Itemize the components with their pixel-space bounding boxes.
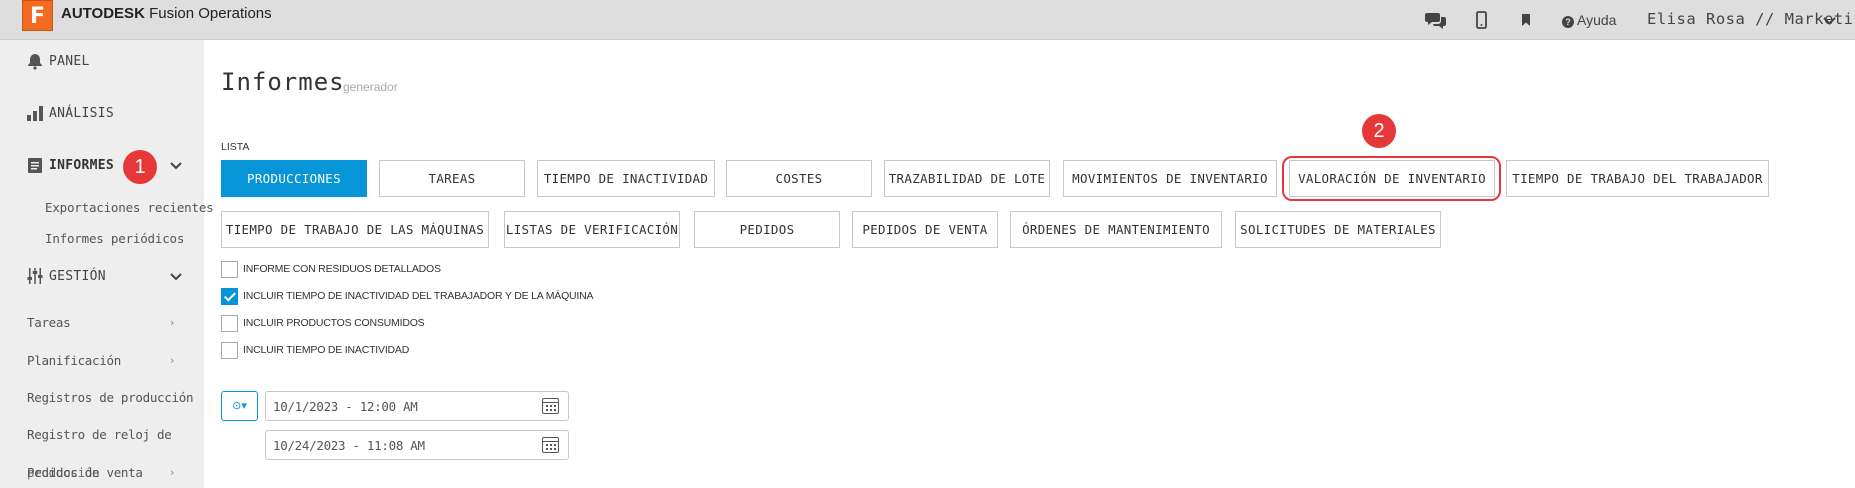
brand-name: AUTODESK Fusion Operations — [61, 5, 272, 22]
report-costes-button[interactable]: COSTES — [726, 160, 872, 197]
date-from-input[interactable]: 10/1/2023 - 12:00 AM — [265, 391, 569, 421]
sidebar-item-label: INFORMES — [49, 158, 115, 173]
sidebar-subitem-periodicos[interactable]: Informes periódicos — [45, 231, 184, 246]
page-title: Informes — [221, 68, 345, 96]
help-label: Ayuda — [1577, 12, 1617, 28]
brand-autodesk: AUTODESK — [61, 5, 145, 22]
report-producciones-button[interactable]: PRODUCCIONES — [221, 160, 367, 197]
help-link[interactable]: ? Ayuda — [1562, 12, 1616, 28]
brand-product: Fusion Operations — [144, 5, 272, 22]
calendar-icon[interactable] — [542, 437, 559, 453]
help-icon: ? — [1562, 16, 1574, 28]
sliders-icon — [27, 268, 43, 284]
sidebar-item-gestion[interactable]: GESTIÓN — [0, 255, 204, 299]
fusion-logo[interactable]: F — [22, 0, 53, 31]
annotation-badge-2: 2 — [1362, 114, 1396, 148]
report-icon — [28, 158, 42, 173]
checkbox-checked[interactable] — [221, 288, 238, 305]
report-listas-verificacion-button[interactable]: LISTAS DE VERIFICACIÓN — [504, 211, 680, 248]
chevron-down-icon[interactable] — [170, 162, 182, 170]
sidebar-item-planificacion[interactable]: Planificación — [27, 353, 121, 368]
checkbox-label: INFORME CON RESIDUOS DETALLADOS — [243, 263, 441, 275]
sidebar-subitem-exportaciones[interactable]: Exportaciones recientes — [45, 200, 214, 215]
sidebar-item-label: PANEL — [49, 54, 90, 69]
date-to-input[interactable]: 10/24/2023 - 11:08 AM — [265, 430, 569, 460]
annotation-highlight — [1282, 156, 1501, 201]
annotation-badge-1: 1 — [123, 150, 157, 184]
chevron-right-icon: › — [170, 354, 175, 367]
sidebar-item-panel[interactable]: PANEL — [0, 40, 204, 84]
sidebar: PANEL ANÁLISIS INFORMES 1 Exportaciones … — [0, 40, 214, 488]
report-solicitudes-materiales-button[interactable]: SOLICITUDES DE MATERIALES — [1235, 211, 1441, 248]
chat-icon[interactable] — [1425, 11, 1447, 29]
chevron-right-icon: › — [170, 316, 175, 329]
report-tiempo-trabajador-button[interactable]: TIEMPO DE TRABAJO DEL TRABAJADOR — [1506, 160, 1769, 197]
bookmark-icon[interactable] — [1521, 13, 1531, 27]
report-movimientos-button[interactable]: MOVIMIENTOS DE INVENTARIO — [1063, 160, 1277, 197]
checkbox[interactable] — [221, 342, 238, 359]
report-ordenes-mantenimiento-button[interactable]: ÓRDENES DE MANTENIMIENTO — [1010, 211, 1222, 248]
mobile-icon[interactable] — [1476, 11, 1487, 29]
date-preset-dropdown[interactable]: ⊙▾ — [221, 391, 258, 421]
chevron-down-icon[interactable] — [170, 273, 182, 281]
date-from-value: 10/1/2023 - 12:00 AM — [273, 399, 418, 414]
calendar-icon[interactable] — [542, 398, 559, 414]
sidebar-item-label: ANÁLISIS — [49, 106, 115, 121]
checkbox[interactable] — [221, 261, 238, 278]
sidebar-item-registro-reloj-cont: producción — [27, 465, 100, 480]
sidebar-item-registro-reloj[interactable]: Registro de reloj de — [27, 427, 172, 442]
sidebar-item-tareas[interactable]: Tareas — [27, 315, 71, 330]
report-tareas-button[interactable]: TAREAS — [379, 160, 525, 197]
report-trazabilidad-button[interactable]: TRAZABILIDAD DE LOTE — [884, 160, 1050, 197]
report-pedidos-button[interactable]: PEDIDOS — [694, 211, 840, 248]
checkbox-label: INCLUIR TIEMPO DE INACTIVIDAD — [243, 344, 410, 356]
top-bar: F AUTODESK Fusion Operations ? Ayuda Elis… — [0, 0, 1855, 40]
bell-icon — [28, 54, 42, 70]
report-tiempo-maquinas-button[interactable]: TIEMPO DE TRABAJO DE LAS MÁQUINAS — [221, 211, 489, 248]
checkbox[interactable] — [221, 315, 238, 332]
date-to-value: 10/24/2023 - 11:08 AM — [273, 438, 425, 453]
chevron-down-icon[interactable] — [1823, 16, 1836, 26]
report-pedidos-venta-button[interactable]: PEDIDOS DE VENTA — [852, 211, 998, 248]
report-tiempo-inactividad-button[interactable]: TIEMPO DE INACTIVIDAD — [537, 160, 715, 197]
checkbox-label: INCLUIR TIEMPO DE INACTIVIDAD DEL TRABAJ… — [243, 290, 594, 302]
checkbox-label: INCLUIR PRODUCTOS CONSUMIDOS — [243, 317, 425, 329]
sidebar-item-analisis[interactable]: ANÁLISIS — [0, 92, 204, 136]
list-label: LISTA — [221, 141, 250, 153]
sidebar-item-informes[interactable]: INFORMES — [0, 144, 204, 188]
sidebar-item-registros-produccion[interactable]: Registros de producción — [27, 390, 194, 405]
chevron-right-icon: › — [170, 466, 175, 479]
page-subtitle: generador — [343, 80, 398, 94]
sidebar-item-label: GESTIÓN — [49, 269, 106, 284]
bar-chart-icon — [27, 106, 43, 121]
